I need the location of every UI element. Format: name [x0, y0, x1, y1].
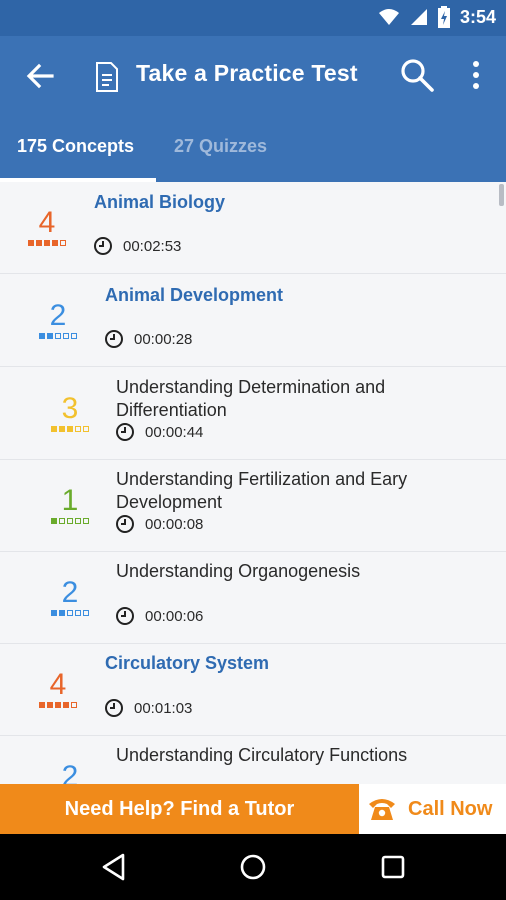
app-bar: Take a Practice Test [0, 36, 506, 114]
nav-home-icon[interactable] [237, 851, 269, 883]
clock-icon [116, 423, 134, 441]
nav-recents-icon[interactable] [377, 851, 409, 883]
find-tutor-button[interactable]: Need Help? Find a Tutor [0, 784, 359, 834]
time-line: 00:00:08 [115, 514, 203, 534]
score-number: 4 [38, 206, 56, 239]
nav-back-icon[interactable] [98, 851, 130, 883]
call-now-label: Call Now [408, 798, 493, 820]
score-indicator: 3 [45, 394, 95, 432]
topic-title: Understanding Circulatory Functions [116, 745, 408, 765]
list-item[interactable]: 4 Animal Biology 00:02:53 [0, 182, 506, 274]
score-squares [45, 426, 95, 432]
list-item[interactable]: 3 Understanding Determination and Differ… [0, 368, 506, 460]
time-line: 00:00:28 [104, 329, 192, 349]
score-indicator: 4 [22, 208, 72, 246]
score-indicator: 2 [45, 760, 95, 785]
time-spent: 00:01:03 [134, 699, 193, 717]
score-indicator: 2 [33, 301, 83, 339]
category-title: Circulatory System [105, 653, 270, 673]
tab-quizzes[interactable]: 27 Quizzes [174, 136, 267, 157]
time-line: 00:01:03 [104, 698, 192, 718]
tutor-cta-bar: Need Help? Find a Tutor Call Now [0, 784, 506, 834]
status-time: 3:54 [459, 6, 496, 27]
clock-icon [105, 330, 123, 348]
status-bar: 3:54 [0, 0, 506, 36]
page-title: Take a Practice Test [136, 60, 358, 86]
scrollbar-thumb[interactable] [499, 184, 504, 206]
score-number: 3 [61, 392, 79, 425]
tab-concepts[interactable]: 175 Concepts [17, 136, 134, 157]
clock-icon [105, 699, 123, 717]
more-vert-icon[interactable] [462, 58, 490, 92]
score-squares [45, 518, 95, 524]
tab-bar: 175 Concepts 27 Quizzes [0, 114, 506, 182]
time-line: 00:02:53 [93, 236, 181, 256]
score-squares [22, 240, 72, 246]
score-number: 2 [61, 760, 79, 785]
time-line: 00:00:06 [115, 606, 203, 626]
score-squares [33, 702, 83, 708]
time-spent: 00:00:28 [134, 330, 193, 348]
list-item[interactable]: 1 Understanding Fertilization and Eary D… [0, 460, 506, 552]
phone-icon [369, 799, 395, 820]
list-item[interactable]: 2 Animal Development 00:00:28 [0, 275, 506, 367]
score-squares [33, 333, 83, 339]
score-number: 2 [61, 576, 79, 609]
time-spent: 00:00:06 [145, 607, 204, 625]
list-item[interactable]: 4 Circulatory System 00:01:03 [0, 644, 506, 736]
clock-icon [116, 515, 134, 533]
score-number: 2 [49, 299, 67, 332]
back-arrow-icon[interactable] [22, 58, 58, 94]
document-icon [96, 62, 118, 92]
search-icon[interactable] [398, 56, 436, 94]
time-spent: 00:00:44 [145, 423, 204, 441]
signal-icon [410, 9, 427, 25]
topic-title: Understanding Fertilization and Eary Dev… [116, 469, 408, 512]
topic-title: Understanding Determination and Differen… [116, 377, 386, 420]
time-line: 00:00:44 [115, 422, 203, 442]
system-nav-bar [0, 834, 506, 900]
concept-list[interactable]: 4 Animal Biology 00:02:53 2 Animal Devel… [0, 182, 506, 784]
list-item[interactable]: 2 Understanding Circulatory Functions [0, 736, 506, 784]
call-now-button[interactable]: Call Now [359, 784, 506, 834]
time-spent: 00:00:08 [145, 515, 204, 533]
category-title: Animal Development [105, 285, 284, 305]
clock-icon [94, 237, 112, 255]
battery-charging-icon [437, 6, 450, 28]
score-indicator: 1 [45, 486, 95, 524]
wifi-icon [378, 9, 399, 25]
list-item[interactable]: 2 Understanding Organogenesis 00:00:06 [0, 552, 506, 644]
score-number: 1 [61, 484, 79, 517]
score-indicator: 4 [33, 670, 83, 708]
score-number: 4 [49, 668, 67, 701]
score-indicator: 2 [45, 578, 95, 616]
time-spent: 00:02:53 [123, 237, 182, 255]
topic-title: Understanding Organogenesis [116, 561, 361, 581]
score-squares [45, 610, 95, 616]
category-title: Animal Biology [94, 192, 226, 212]
clock-icon [116, 607, 134, 625]
